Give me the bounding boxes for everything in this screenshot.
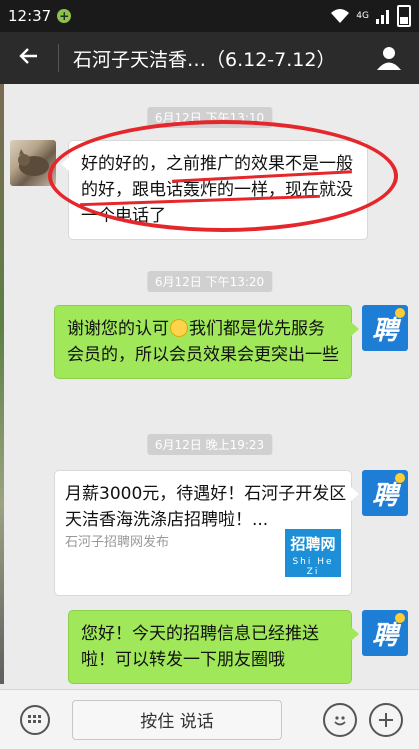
link-card-thumbnail: 招聘网 Shi He Zi [285, 529, 341, 577]
signal-icon [376, 10, 389, 24]
smile-emoji-icon [170, 319, 188, 337]
avatar-text: 聘 [371, 620, 398, 651]
avatar-badge [395, 613, 405, 623]
chat-header: 石河子天洁香…（6.12-7.12） [0, 32, 419, 84]
link-card-title: 月薪3000元，待遇好！石河子开发区天洁香海洗涤店招聘啦！... [65, 484, 347, 530]
message-text: 谢谢您的认可 [67, 319, 169, 339]
status-indicators: 4G [330, 5, 411, 27]
link-card[interactable]: 月薪3000元，待遇好！石河子开发区天洁香海洗涤店招聘啦！... 石河子招聘网发… [54, 470, 359, 596]
brand-avatar[interactable]: 聘 [362, 305, 408, 351]
brand-avatar[interactable]: 聘 [362, 610, 408, 656]
thumbnail-title: 招聘网 [290, 535, 336, 553]
message-timestamp: 6月12日 下午13:10 [146, 107, 273, 128]
avatar-badge [395, 308, 405, 318]
header-divider [58, 44, 59, 72]
keyboard-toggle-button[interactable] [20, 704, 50, 735]
status-bar: 12:37 + 4G [0, 0, 419, 32]
plus-icon [379, 712, 393, 727]
hold-to-talk-button[interactable]: 按住 说话 [72, 699, 282, 740]
chat-input-bar: 按住 说话 [0, 689, 419, 749]
smiley-icon [334, 715, 346, 725]
message-bubble-incoming[interactable]: 好的好的，之前推广的效果不是一般的好，跟电话轰炸的一样，现在就没一个电话了 [61, 140, 368, 240]
message-timestamp: 6月12日 晚上19:23 [146, 434, 273, 455]
emoji-button[interactable] [323, 702, 357, 737]
avatar-text: 聘 [371, 315, 398, 346]
thumbnail-subtitle: Shi He Zi [292, 557, 334, 577]
person-icon [377, 47, 401, 70]
cat-avatar-image [18, 149, 49, 176]
message-timestamp: 6月12日 下午13:20 [146, 271, 273, 292]
chat-title: 石河子天洁香…（6.12-7.12） [73, 48, 336, 71]
brand-avatar[interactable]: 聘 [362, 470, 408, 516]
message-bubble-outgoing[interactable]: 谢谢您的认可 我们都是优先服务会员的，所以会员效果会更突出一些 [54, 305, 359, 379]
notification-icon: + [57, 9, 72, 23]
wifi-icon [331, 9, 350, 23]
link-card-source: 石河子招聘网发布 [65, 535, 170, 550]
back-arrow-icon [19, 48, 37, 64]
status-time: 12:37 [8, 7, 52, 25]
contact-avatar[interactable] [10, 140, 56, 186]
avatar-text: 聘 [371, 480, 398, 511]
keyboard-icon [28, 714, 41, 723]
back-button[interactable] [0, 44, 58, 72]
battery-icon [397, 5, 411, 27]
avatar-badge [395, 473, 405, 483]
network-type: 4G [356, 11, 369, 21]
more-actions-button[interactable] [369, 702, 403, 737]
message-bubble-outgoing[interactable]: 您好！今天的招聘信息已经推送啦！可以转发一下朋友圈哦 [68, 610, 359, 684]
background-edge [0, 84, 4, 684]
chat-profile-button[interactable] [359, 45, 419, 71]
